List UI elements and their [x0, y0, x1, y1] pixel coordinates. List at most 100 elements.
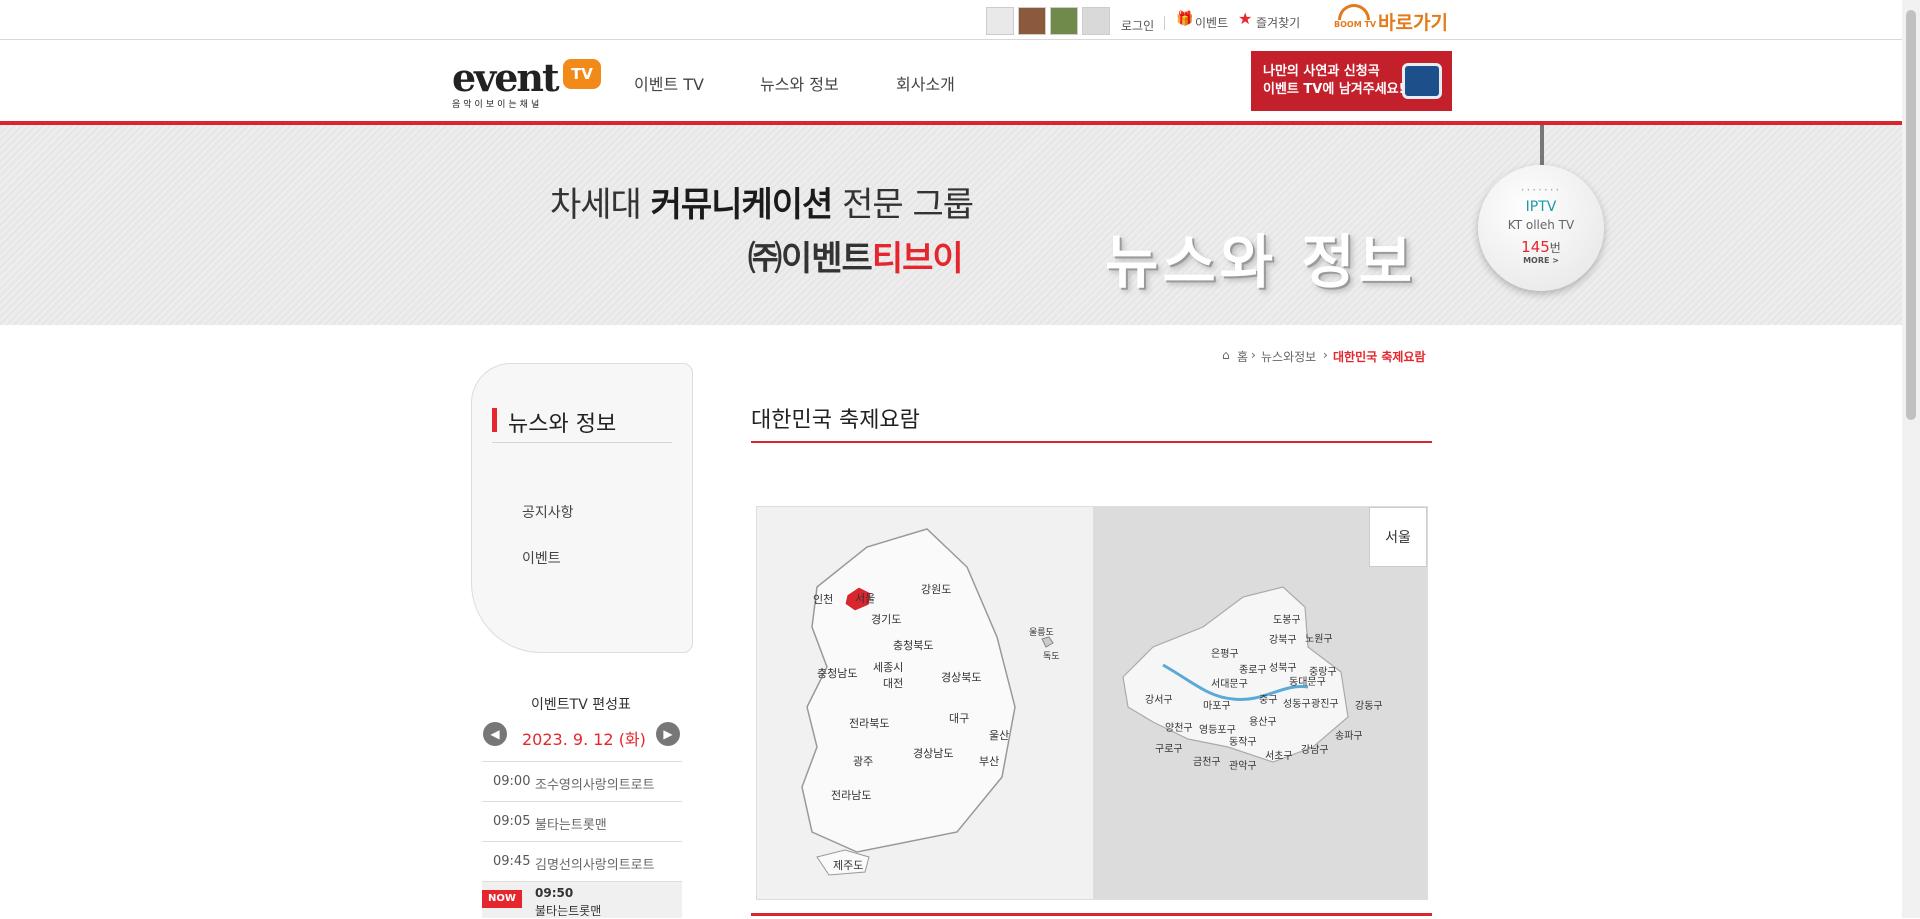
region-label[interactable]: 전라남도 — [831, 789, 871, 802]
district-label[interactable]: 중구 — [1259, 694, 1277, 706]
region-label[interactable]: 충청남도 — [817, 667, 857, 680]
region-label[interactable]: 서울 — [855, 592, 875, 605]
region-label[interactable]: 울릉도 — [1029, 627, 1054, 638]
district-label[interactable]: 동작구 — [1229, 736, 1257, 748]
nav-event-tv[interactable]: 이벤트 TV — [634, 71, 704, 95]
request-banner[interactable]: 나만의 사연과 신청곡 이벤트 TV에 남겨주세요! — [1251, 51, 1452, 111]
thumbnail-2[interactable] — [1018, 7, 1046, 35]
district-label[interactable]: 강서구 — [1145, 694, 1173, 706]
thumbnail-4[interactable] — [1082, 7, 1110, 35]
district-label[interactable]: 양천구 — [1165, 722, 1193, 734]
boom-tv-logo[interactable]: BOOM TV — [1334, 20, 1376, 29]
region-label[interactable]: 충청북도 — [893, 639, 933, 652]
logo[interactable]: event — [452, 55, 560, 100]
event-link[interactable]: 이벤트 — [1195, 14, 1228, 31]
iptv-dots: ······· — [1520, 183, 1562, 197]
login-link[interactable]: 로그인 — [1121, 17, 1154, 34]
region-label[interactable]: 강원도 — [921, 583, 951, 596]
region-label[interactable]: 인천 — [813, 592, 833, 606]
district-label[interactable]: 구로구 — [1155, 744, 1183, 755]
now-time: 09:50 — [535, 886, 574, 900]
iptv-badge[interactable]: ······· IPTV KT olleh TV 145번 MORE > — [1478, 165, 1604, 291]
korea-mainland — [801, 528, 1016, 853]
district-label[interactable]: 용산구 — [1249, 716, 1277, 728]
district-label[interactable]: 노원구 — [1305, 633, 1333, 645]
favorites-link[interactable]: 즐겨찾기 — [1256, 14, 1300, 31]
title-rule — [751, 441, 1432, 443]
breadcrumb-current: 대한민국 축제요람 — [1333, 350, 1426, 364]
region-label[interactable]: 독도 — [1043, 651, 1060, 662]
schedule-row[interactable]: 09:45 김명선의사랑의트로트 — [482, 842, 682, 882]
region-label[interactable]: 울산 — [989, 729, 1009, 742]
region-label[interactable]: 부산 — [979, 755, 999, 768]
district-label[interactable]: 서초구 — [1265, 750, 1293, 762]
region-label[interactable]: 대전 — [883, 677, 903, 690]
breadcrumb-sep-icon: › — [1323, 348, 1328, 362]
district-label[interactable]: 성동구 — [1283, 698, 1311, 710]
region-label[interactable]: 제주도 — [833, 859, 863, 872]
schedule-now-row[interactable]: NOW 09:50 불타는트롯맨 — [482, 882, 682, 918]
thumbnail-3[interactable] — [1050, 7, 1078, 35]
district-label[interactable]: 영등포구 — [1199, 724, 1236, 736]
schedule-program: 불타는트롯맨 — [535, 818, 607, 833]
district-label[interactable]: 광진구 — [1311, 698, 1339, 710]
district-label[interactable]: 종로구 — [1239, 664, 1267, 676]
schedule-date: 2023. 9. 12 (화) — [522, 730, 646, 749]
region-label[interactable]: 경상남도 — [913, 747, 953, 760]
schedule-prev-button[interactable]: ◀ — [483, 722, 507, 746]
schedule-row[interactable]: 09:05 불타는트롯맨 — [482, 802, 682, 842]
schedule-program: 김명선의사랑의트로트 — [535, 858, 655, 873]
gift-icon: 🎁 — [1176, 11, 1194, 27]
iptv-more[interactable]: MORE > — [1478, 256, 1604, 265]
schedule-time: 09:05 — [493, 814, 531, 829]
shortcut-link[interactable]: 바로가기 — [1378, 8, 1448, 35]
district-label[interactable]: 금천구 — [1193, 756, 1221, 768]
district-label[interactable]: 관악구 — [1229, 760, 1257, 772]
district-label[interactable]: 송파구 — [1335, 730, 1363, 742]
scrollbar-thumb[interactable] — [1906, 10, 1916, 420]
district-label[interactable]: 도봉구 — [1273, 614, 1301, 626]
hero-tagline: 차세대 커뮤니케이션 전문 그룹 — [550, 185, 974, 225]
sidebar-item-event[interactable]: 이벤트 — [522, 548, 561, 568]
logo-tagline: 음악이보이는채널 — [452, 100, 543, 110]
breadcrumb-parent[interactable]: 뉴스와정보 — [1261, 348, 1316, 365]
schedule-time: 09:45 — [493, 854, 531, 869]
district-label[interactable]: 마포구 — [1203, 700, 1231, 712]
schedule-next-button[interactable]: ▶ — [656, 722, 680, 746]
logo-tv-icon: TV — [563, 59, 601, 89]
sidebar-item-notice[interactable]: 공지사항 — [522, 502, 574, 522]
district-label[interactable]: 은평구 — [1211, 648, 1239, 660]
ulleung-island[interactable] — [1041, 636, 1054, 648]
region-label[interactable]: 경기도 — [871, 613, 901, 626]
seoul-tab[interactable]: 서울 — [1369, 507, 1427, 567]
district-label[interactable]: 서대문구 — [1211, 678, 1248, 690]
region-label[interactable]: 전라북도 — [849, 717, 889, 730]
nav-news-info[interactable]: 뉴스와 정보 — [760, 71, 839, 95]
district-label[interactable]: 강남구 — [1301, 744, 1329, 756]
district-label[interactable]: 강동구 — [1355, 700, 1383, 712]
seoul-map-panel: 서울 도봉구 강북구 노원구 은평구 종로구 성북구 중랑구 서대문구 동대문구… — [1093, 507, 1427, 899]
region-label[interactable]: 광주 — [853, 755, 873, 768]
schedule-row[interactable]: 09:00 조수영의사랑의트로트 — [482, 762, 682, 802]
district-label[interactable]: 강북구 — [1269, 634, 1297, 646]
content-bottom-rule — [751, 913, 1432, 916]
region-label[interactable]: 세종시 — [873, 661, 903, 674]
hero-banner: 차세대 커뮤니케이션 전문 그룹 ㈜이벤트티브이 뉴스와 정보 ······· … — [0, 125, 1902, 325]
sidebar-title: 뉴스와 정보 — [508, 412, 617, 437]
thumbnail-1[interactable] — [986, 7, 1014, 35]
tv-icon — [1402, 63, 1442, 99]
iptv-label: IPTV — [1525, 199, 1557, 215]
sidebar-title-marker — [492, 408, 497, 432]
korea-map-panel: 인천 서울 강원도 경기도 충청북도 울릉도 독도 충청남도 세종시 대전 경상… — [757, 507, 1093, 899]
region-label[interactable]: 경상북도 — [941, 671, 981, 684]
breadcrumb-home[interactable]: 홈 — [1237, 348, 1248, 365]
nav-company[interactable]: 회사소개 — [896, 71, 955, 95]
page-scrollbar[interactable] — [1902, 0, 1920, 918]
region-label[interactable]: 대구 — [949, 712, 969, 725]
district-label[interactable]: 성북구 — [1269, 662, 1297, 674]
korea-map: 인천 서울 강원도 경기도 충청북도 울릉도 독도 충청남도 세종시 대전 경상… — [801, 528, 1060, 876]
site-header: event TV 음악이보이는채널 이벤트 TV 뉴스와 정보 회사소개 나만의… — [0, 41, 1902, 121]
boom-wave-icon — [1338, 4, 1370, 20]
schedule-title: 이벤트TV 편성표 — [531, 697, 631, 713]
district-label[interactable]: 동대문구 — [1289, 676, 1326, 688]
